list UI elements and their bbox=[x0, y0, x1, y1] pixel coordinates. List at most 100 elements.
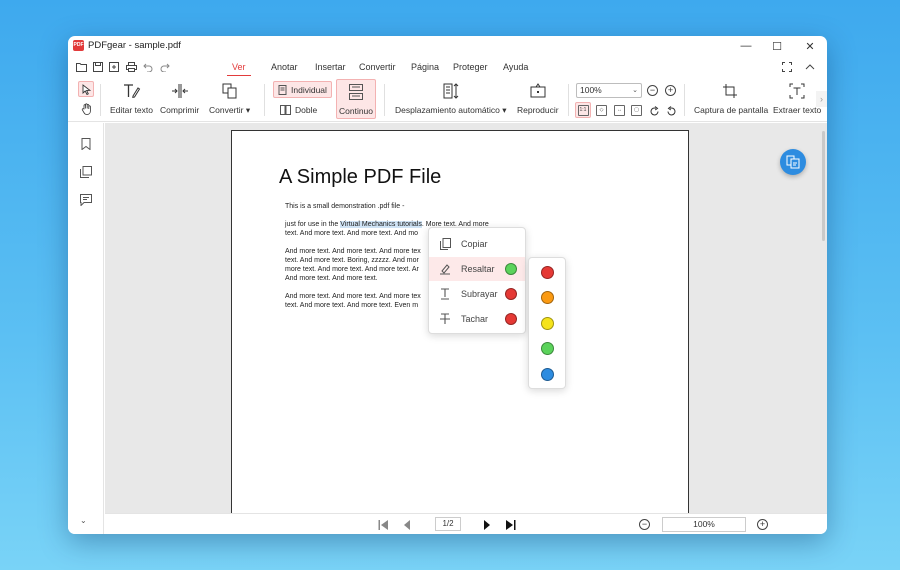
ribbon-scroll-right-icon[interactable]: › bbox=[816, 91, 827, 107]
document-line: And more text. And more text. bbox=[285, 275, 378, 282]
highlight-color-swatch[interactable] bbox=[505, 263, 517, 275]
left-sidebar bbox=[68, 123, 104, 534]
window-title: PDFgear - sample.pdf bbox=[88, 40, 181, 51]
extract-text-button[interactable]: Extraer texto bbox=[773, 81, 821, 115]
collapse-ribbon-icon[interactable] bbox=[803, 60, 817, 74]
undo-icon[interactable] bbox=[141, 60, 155, 74]
compress-button[interactable]: Comprimir bbox=[160, 81, 199, 115]
underline-menu-item[interactable]: Subrayar bbox=[429, 282, 525, 306]
continuous-button[interactable]: Continuo bbox=[336, 79, 376, 119]
ai-document-icon bbox=[786, 155, 800, 169]
tab-page[interactable]: Página bbox=[411, 62, 439, 72]
double-page-toggle[interactable]: Doble bbox=[276, 101, 321, 118]
close-button[interactable]: ✕ bbox=[794, 36, 826, 56]
zoom-in-icon[interactable]: + bbox=[665, 85, 676, 96]
highlight-menu-item[interactable]: Resaltar bbox=[429, 257, 525, 281]
strikethrough-menu-item[interactable]: Tachar bbox=[429, 307, 525, 331]
copy-label: Copiar bbox=[461, 239, 488, 249]
tab-protect[interactable]: Proteger bbox=[453, 62, 488, 72]
edit-text-button[interactable]: Editar texto bbox=[110, 81, 153, 115]
convert-button[interactable]: Convertir ▾ bbox=[209, 81, 250, 116]
tab-help[interactable]: Ayuda bbox=[503, 62, 528, 72]
autoscroll-button[interactable]: Desplazamiento automático ▾ bbox=[395, 81, 507, 116]
save-as-icon[interactable] bbox=[107, 60, 121, 74]
ribbon-separator bbox=[384, 84, 385, 116]
copy-menu-item[interactable]: Copiar bbox=[429, 232, 525, 256]
save-icon[interactable] bbox=[91, 60, 105, 74]
single-page-toggle[interactable]: Individual bbox=[273, 81, 332, 98]
color-swatch-orange[interactable] bbox=[541, 291, 554, 304]
color-swatch-red[interactable] bbox=[541, 266, 554, 279]
rotate-counterclockwise-icon[interactable] bbox=[663, 103, 679, 119]
zoom-out-icon[interactable]: − bbox=[647, 85, 658, 96]
maximize-button[interactable]: ☐ bbox=[761, 36, 793, 56]
edit-text-icon bbox=[122, 81, 142, 101]
tab-insert[interactable]: Insertar bbox=[315, 62, 346, 72]
color-swatch-yellow[interactable] bbox=[541, 317, 554, 330]
screenshot-button[interactable]: Captura de pantalla bbox=[694, 81, 768, 115]
print-icon[interactable] bbox=[124, 60, 138, 74]
minimize-button[interactable]: — bbox=[730, 36, 762, 56]
convert-label: Convertir bbox=[209, 105, 244, 115]
menu-row: Ver Anotar Insertar Convertir Página Pro… bbox=[68, 56, 827, 78]
ai-assistant-fab[interactable] bbox=[780, 149, 806, 175]
fullscreen-icon[interactable] bbox=[780, 60, 794, 74]
hand-tool-icon[interactable] bbox=[78, 101, 94, 117]
underline-label: Subrayar bbox=[461, 289, 498, 299]
bottom-zoom-in-icon[interactable]: + bbox=[757, 519, 768, 530]
zoom-select-value: 100% bbox=[580, 85, 602, 95]
fit-width-icon[interactable]: ↔ bbox=[614, 105, 625, 116]
tab-convert[interactable]: Convertir bbox=[359, 62, 396, 72]
thumbnails-icon[interactable] bbox=[79, 165, 93, 179]
copy-icon bbox=[438, 237, 452, 251]
select-tool-icon[interactable] bbox=[78, 81, 94, 97]
bookmark-icon[interactable] bbox=[79, 137, 93, 151]
bottom-zoom-input[interactable]: 100% bbox=[662, 517, 746, 532]
color-swatch-blue[interactable] bbox=[541, 368, 554, 381]
previous-page-icon[interactable] bbox=[403, 518, 411, 531]
zoom-select[interactable]: 100% ⌄ bbox=[576, 83, 642, 98]
document-title: A Simple PDF File bbox=[279, 166, 442, 188]
color-palette bbox=[528, 257, 566, 389]
screenshot-icon bbox=[721, 81, 741, 101]
autoscroll-label: Desplazamiento automático bbox=[395, 105, 500, 115]
strikethrough-label: Tachar bbox=[461, 314, 489, 324]
strikethrough-color-swatch[interactable] bbox=[505, 313, 517, 325]
open-folder-icon[interactable] bbox=[74, 60, 88, 74]
strikethrough-icon bbox=[438, 312, 452, 326]
document-line: This is a small demonstration .pdf file … bbox=[285, 203, 405, 210]
color-swatch-green[interactable] bbox=[541, 342, 554, 355]
rotate-clockwise-icon[interactable] bbox=[646, 103, 662, 119]
play-button[interactable]: Reproducir bbox=[517, 81, 559, 115]
fit-visible-icon[interactable]: ▢ bbox=[631, 105, 642, 116]
chevron-down-icon: ⌄ bbox=[632, 87, 638, 94]
next-page-icon[interactable] bbox=[483, 518, 491, 531]
document-line: And more text. And more text. And more t… bbox=[285, 293, 421, 300]
bottom-navigation-bar: 1/2 − 100% + bbox=[105, 513, 827, 534]
underline-color-swatch[interactable] bbox=[505, 288, 517, 300]
first-page-icon[interactable] bbox=[378, 518, 389, 531]
double-page-icon bbox=[280, 104, 291, 115]
underline-icon bbox=[438, 287, 452, 301]
actual-size-icon[interactable]: 1:1 bbox=[575, 102, 591, 118]
comments-icon[interactable] bbox=[79, 193, 93, 207]
redo-icon[interactable] bbox=[158, 60, 172, 74]
ribbon-separator bbox=[100, 84, 101, 116]
chevron-down-icon[interactable]: ⌄ bbox=[80, 516, 87, 525]
last-page-icon[interactable] bbox=[505, 518, 516, 531]
vertical-scrollbar[interactable] bbox=[822, 131, 825, 241]
document-line: more text. And more text. And more text.… bbox=[285, 266, 419, 273]
fit-page-icon[interactable]: ◇ bbox=[596, 105, 607, 116]
tab-annotate[interactable]: Anotar bbox=[271, 62, 298, 72]
pdfgear-logo: PDF bbox=[73, 40, 84, 51]
ribbon-separator bbox=[264, 84, 265, 116]
highlight-label: Resaltar bbox=[461, 264, 495, 274]
slideshow-icon bbox=[528, 81, 548, 101]
compress-icon bbox=[170, 81, 190, 101]
ribbon-separator bbox=[684, 84, 685, 116]
document-line: text. And more text. And more text. And … bbox=[285, 230, 419, 237]
page-number-input[interactable]: 1/2 bbox=[435, 517, 461, 531]
tab-view[interactable]: Ver bbox=[227, 62, 250, 76]
bottom-zoom-out-icon[interactable]: − bbox=[639, 519, 650, 530]
selected-text[interactable]: Virtual Mechanics tutorials bbox=[340, 221, 422, 228]
